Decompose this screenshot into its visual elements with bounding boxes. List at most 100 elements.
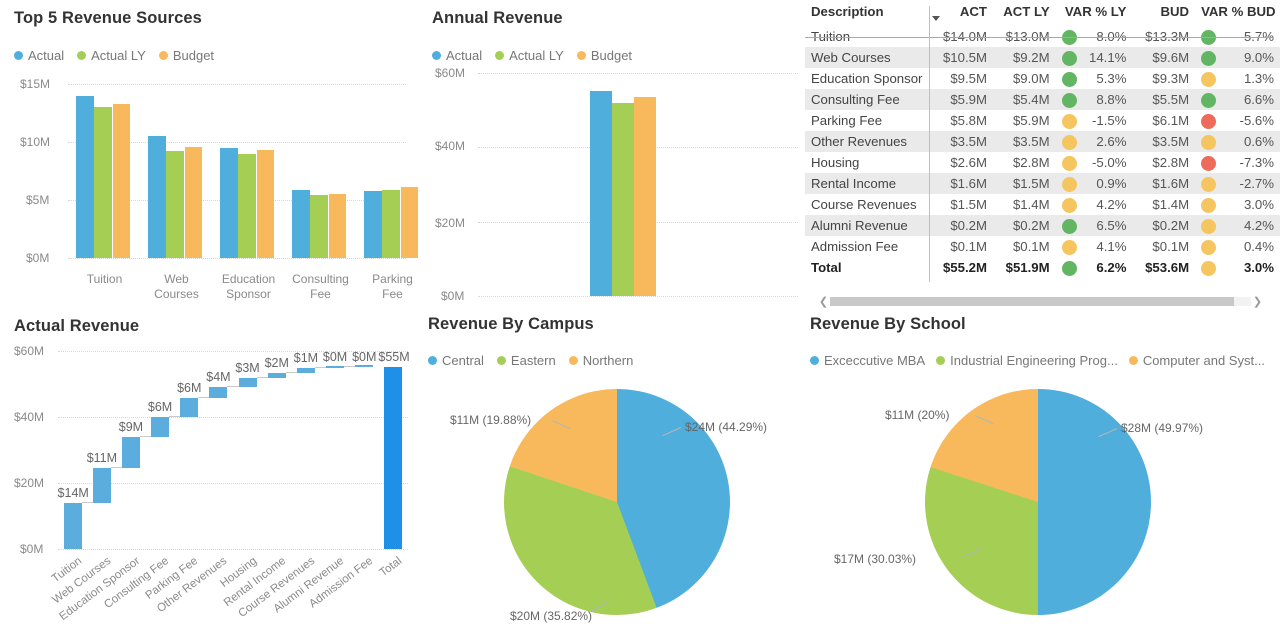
waterfall-bar[interactable] [151, 417, 169, 436]
waterfall-bar[interactable] [239, 378, 257, 387]
waterfall-bar[interactable] [180, 398, 198, 417]
legend-label-actual: Actual [446, 48, 482, 63]
cell-act: $5.8M [930, 110, 993, 131]
waterfall-bar-total[interactable] [384, 367, 402, 549]
cell-bud: $6.1M [1132, 110, 1195, 131]
legend-item-budget[interactable]: Budget [159, 48, 214, 63]
waterfall-bar[interactable] [93, 468, 111, 503]
column-header-act-ly[interactable]: ACT LY [993, 0, 1056, 26]
panel-revenue-table: Description ACT ACT LY VAR % LY BUD VAR … [805, 0, 1280, 310]
bar-actual-ly[interactable] [238, 154, 256, 258]
legend-item-computer-systems[interactable]: Computer and Syst... [1129, 353, 1265, 368]
table-row[interactable]: Housing$2.6M$2.8M-5.0%$2.8M-7.3% [805, 152, 1280, 173]
bar-actual-ly[interactable] [166, 151, 184, 258]
scrollbar-track[interactable] [830, 297, 1251, 306]
cell-act: $0.2M [930, 215, 993, 236]
column-header-description[interactable]: Description [805, 0, 930, 26]
cell-kpi-var-ly [1056, 47, 1082, 68]
cell-act-ly: $0.2M [993, 215, 1056, 236]
waterfall-bar[interactable] [64, 503, 82, 549]
table-row[interactable]: Total$55.2M$51.9M6.2%$53.6M3.0% [805, 257, 1280, 278]
legend-item-actual-ly[interactable]: Actual LY [77, 48, 146, 63]
waterfall-bar[interactable] [355, 365, 373, 367]
legend-label-actual: Actual [28, 48, 64, 63]
waterfall-bar[interactable] [122, 437, 140, 468]
legend-item-executive-mba[interactable]: Exceccutive MBA [810, 353, 925, 368]
legend-item-actual-ly[interactable]: Actual LY [495, 48, 564, 63]
table-row[interactable]: Course Revenues$1.5M$1.4M4.2%$1.4M3.0% [805, 194, 1280, 215]
waterfall-connector [286, 372, 297, 373]
pie-chart-school[interactable] [925, 389, 1151, 615]
cell-act-ly: $1.5M [993, 173, 1056, 194]
cell-act-ly: $3.5M [993, 131, 1056, 152]
waterfall-bar[interactable] [297, 368, 315, 373]
cell-kpi-var-bud [1195, 236, 1221, 257]
table-row[interactable]: Web Courses$10.5M$9.2M14.1%$9.6M9.0% [805, 47, 1280, 68]
status-indicator-amber [1201, 240, 1216, 255]
status-indicator-green [1062, 93, 1077, 108]
legend-item-actual[interactable]: Actual [432, 48, 482, 63]
cell-var-pct-bud: -5.6% [1221, 110, 1280, 131]
legend-item-actual[interactable]: Actual [14, 48, 64, 63]
legend-label-computer-systems: Computer and Syst... [1143, 353, 1265, 368]
cell-kpi-var-bud [1195, 89, 1221, 110]
bar-budget[interactable] [257, 150, 275, 258]
bar-actual[interactable] [148, 136, 166, 258]
y-tick-wf-2: $20M [14, 476, 44, 490]
column-header-var-pct-ly[interactable]: VAR % LY [1056, 0, 1133, 26]
table-row[interactable]: Alumni Revenue$0.2M$0.2M6.5%$0.2M4.2% [805, 215, 1280, 236]
status-indicator-green [1062, 51, 1077, 66]
bar-actual[interactable] [76, 96, 94, 258]
bar-budget[interactable] [634, 97, 656, 296]
table-row[interactable]: Consulting Fee$5.9M$5.4M8.8%$5.5M6.6% [805, 89, 1280, 110]
cell-act-ly: $51.9M [993, 257, 1056, 278]
bar-actual[interactable] [220, 148, 238, 258]
cell-kpi-var-bud [1195, 215, 1221, 236]
scrollbar-thumb[interactable] [830, 297, 1234, 306]
table-row[interactable]: Admission Fee$0.1M$0.1M4.1%$0.1M0.4% [805, 236, 1280, 257]
waterfall-connector [227, 386, 238, 387]
waterfall-bar[interactable] [268, 373, 286, 378]
legend-item-eastern[interactable]: Eastern [497, 353, 556, 368]
table-row[interactable]: Education Sponsor$9.5M$9.0M5.3%$9.3M1.3% [805, 68, 1280, 89]
bar-actual-ly[interactable] [382, 190, 400, 258]
cell-act-ly: $0.1M [993, 236, 1056, 257]
chevron-right-icon[interactable]: ❯ [1251, 295, 1264, 308]
y-tick-top5-2: $5M [26, 193, 49, 207]
bar-actual[interactable] [292, 190, 310, 258]
waterfall-bar[interactable] [326, 366, 344, 368]
bar-actual[interactable] [590, 91, 612, 296]
status-indicator-amber [1062, 177, 1077, 192]
waterfall-bar[interactable] [209, 387, 227, 399]
bar-actual-ly[interactable] [310, 195, 328, 258]
table-row[interactable]: Parking Fee$5.8M$5.9M-1.5%$6.1M-5.6% [805, 110, 1280, 131]
legend-item-central[interactable]: Central [428, 353, 484, 368]
table-horizontal-scrollbar[interactable]: ❮ ❯ [817, 295, 1264, 308]
column-header-bud[interactable]: BUD [1132, 0, 1195, 26]
legend-item-budget[interactable]: Budget [577, 48, 632, 63]
chevron-left-icon[interactable]: ❮ [817, 295, 830, 308]
cell-kpi-var-ly [1056, 110, 1082, 131]
waterfall-data-label: $1M [291, 351, 321, 365]
bar-budget[interactable] [329, 194, 347, 258]
cell-kpi-var-bud [1195, 173, 1221, 194]
bar-budget[interactable] [185, 147, 203, 258]
legend-item-industrial-engineering[interactable]: Industrial Engineering Prog... [936, 353, 1118, 368]
bar-actual-ly[interactable] [94, 107, 112, 258]
table-row[interactable]: Rental Income$1.6M$1.5M0.9%$1.6M-2.7% [805, 173, 1280, 194]
gridline [68, 84, 406, 85]
column-header-var-pct-bud[interactable]: VAR % BUD [1195, 0, 1280, 26]
legend-item-northern[interactable]: Northern [569, 353, 634, 368]
cell-var-pct-ly: 8.8% [1082, 89, 1133, 110]
column-header-act[interactable]: ACT [930, 0, 993, 26]
y-tick-top5-0: $15M [20, 77, 50, 91]
waterfall-connector [82, 502, 93, 503]
column-header-act-label: ACT [960, 4, 987, 19]
bar-budget[interactable] [113, 104, 131, 258]
legend-label-actual-ly: Actual LY [91, 48, 146, 63]
table-row[interactable]: Other Revenues$3.5M$3.5M2.6%$3.5M0.6% [805, 131, 1280, 152]
bar-budget[interactable] [401, 187, 419, 258]
bar-actual-ly[interactable] [612, 103, 634, 296]
bar-actual[interactable] [364, 191, 382, 258]
y-tick-top5-3: $0M [26, 251, 49, 265]
